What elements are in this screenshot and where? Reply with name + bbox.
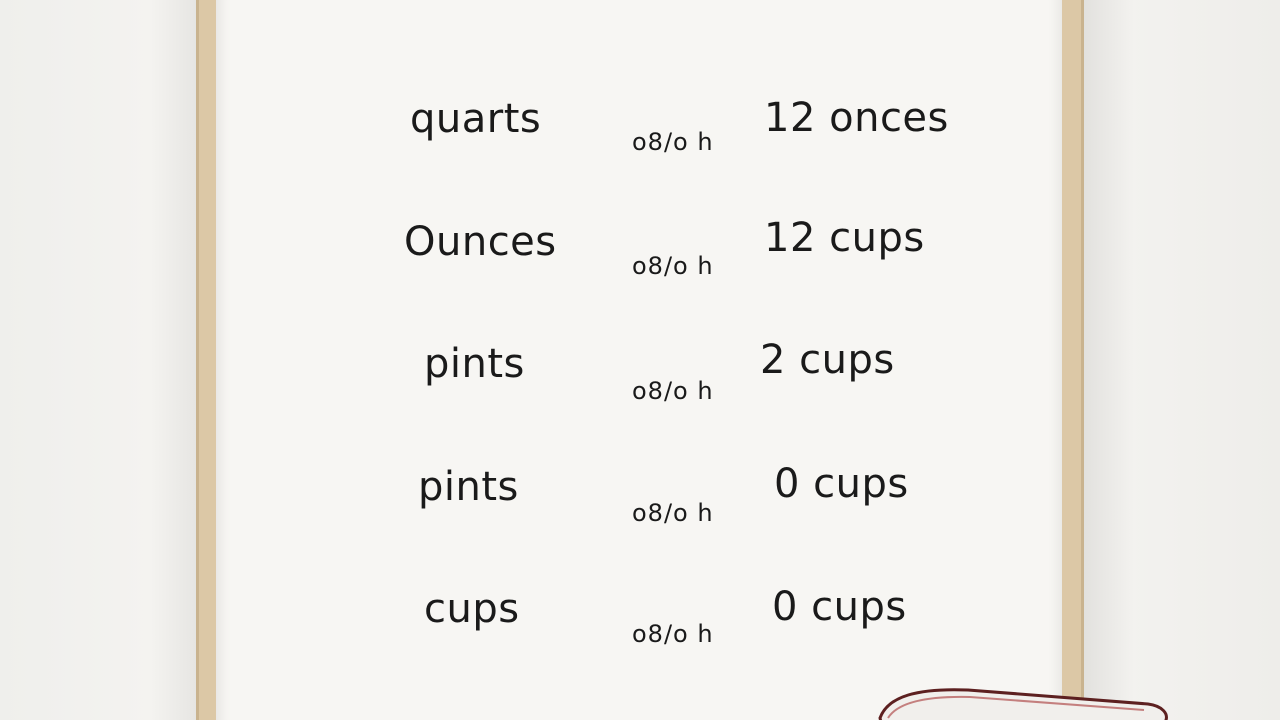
row-3-mid: o8/o h: [632, 377, 714, 405]
measuring-cup-icon: [878, 688, 1168, 720]
row-5-label: cups: [424, 586, 520, 632]
row-2-value: 12 cups: [764, 215, 925, 261]
frame-edge-left: [196, 0, 199, 720]
wall-shadow-right: [1084, 0, 1134, 720]
row-1-mid: o8/o h: [632, 128, 714, 156]
row-2-label: Ounces: [404, 219, 557, 265]
row-4-mid: o8/o h: [632, 499, 714, 527]
row-1-value: 12 onces: [764, 95, 949, 141]
picture-frame: [196, 0, 1084, 720]
row-3-label: pints: [424, 341, 525, 387]
row-5-value: 0 cups: [772, 584, 907, 630]
row-2-mid: o8/o h: [632, 252, 714, 280]
row-3-value: 2 cups: [760, 337, 895, 383]
row-4-value: 0 cups: [774, 461, 909, 507]
row-1-label: quarts: [410, 96, 542, 142]
row-4-label: pints: [418, 464, 519, 510]
row-5-mid: o8/o h: [632, 620, 714, 648]
frame-edge-right: [1081, 0, 1084, 720]
